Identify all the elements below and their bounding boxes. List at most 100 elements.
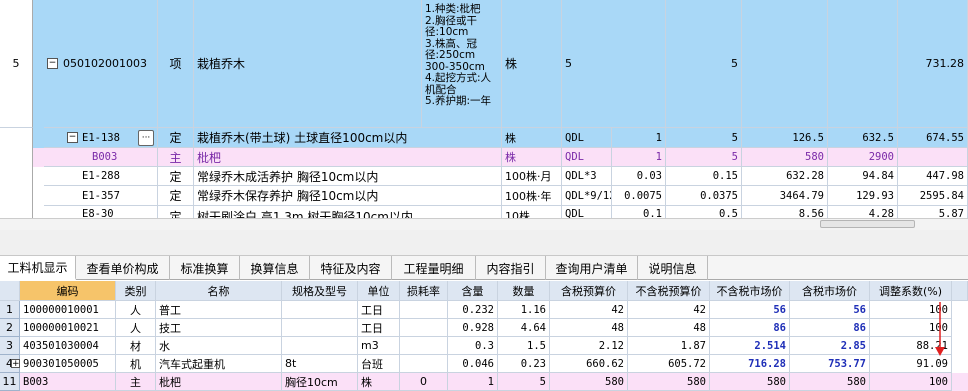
- adjust-arrow-icon: [935, 302, 945, 356]
- content-cell: 0.3: [448, 337, 498, 355]
- collapse-toggle[interactable]: −: [47, 58, 58, 69]
- formula-cell: 5: [562, 0, 666, 128]
- row-header[interactable]: 3: [0, 337, 20, 355]
- price-cell: 580: [742, 148, 828, 167]
- tax-amount-cell: 674.55: [898, 128, 968, 148]
- unit-cell: 工日: [358, 301, 400, 319]
- code-cell: 100000010021: [20, 319, 116, 337]
- tax-market-cell: 86: [790, 319, 870, 337]
- header-spec[interactable]: 规格及型号: [282, 281, 358, 301]
- type-cell: 材: [116, 337, 156, 355]
- more-button[interactable]: ···: [138, 129, 154, 146]
- expand-toggle[interactable]: +: [11, 359, 20, 369]
- content-cell: 0.03: [612, 167, 666, 186]
- unit-cell: m3: [358, 337, 400, 355]
- content-cell: 1: [612, 148, 666, 167]
- tab-resource-display[interactable]: 工料机显示: [0, 256, 76, 280]
- collapse-toggle[interactable]: −: [67, 132, 78, 143]
- header-loss-rate[interactable]: 损耗率: [400, 281, 448, 301]
- unit-cell: 株: [358, 373, 400, 391]
- scrollbar-thumb[interactable]: [820, 220, 915, 228]
- tax-amount-cell: 447.98: [898, 167, 968, 186]
- header-type[interactable]: 类别: [116, 281, 156, 301]
- type-cell: 定: [158, 167, 194, 186]
- formula-cell: QDL: [562, 148, 612, 167]
- name-cell: 常绿乔木成活养护 胸径10cm以内: [194, 167, 502, 186]
- qty-cell: 5: [666, 0, 742, 128]
- price-cell: [742, 0, 828, 128]
- amount-cell: 632.5: [828, 128, 898, 148]
- spec-cell: [282, 319, 358, 337]
- tab-conversion-info[interactable]: 换算信息: [240, 256, 310, 280]
- notax-budget-cell: 605.72: [628, 355, 710, 373]
- top-grid: 5 − 050102001003 项 栽植乔木 1.种类:枇杷 2.胸径或干径:…: [0, 0, 968, 226]
- header-notax-market[interactable]: 不含税市场价: [710, 281, 790, 301]
- tab-description[interactable]: 说明信息: [638, 256, 708, 280]
- notax-budget-cell: 580: [628, 373, 710, 391]
- tax-market-cell: 753.77: [790, 355, 870, 373]
- spec-cell: [282, 301, 358, 319]
- tax-budget-cell: 48: [550, 319, 628, 337]
- row-header[interactable]: 2: [0, 319, 20, 337]
- name-cell: 枇杷: [194, 148, 502, 167]
- row-number-blank: [0, 128, 33, 226]
- notax-market-cell: 86: [710, 319, 790, 337]
- quantity-cell: 1.5: [498, 337, 550, 355]
- name-cell: 枇杷: [156, 373, 282, 391]
- amount-cell: [828, 0, 898, 128]
- tax-budget-cell: 42: [550, 301, 628, 319]
- amount-cell: 94.84: [828, 167, 898, 186]
- header-code[interactable]: 编码: [20, 281, 116, 301]
- tab-unit-price[interactable]: 查看单价构成: [76, 256, 170, 280]
- name-cell: 水: [156, 337, 282, 355]
- price-cell: 126.5: [742, 128, 828, 148]
- content-cell: 1: [448, 373, 498, 391]
- code-cell: E1-288: [44, 167, 158, 186]
- code-cell: B003: [44, 148, 158, 167]
- quantity-cell: 5: [498, 373, 550, 391]
- notax-market-cell: 580: [710, 373, 790, 391]
- tab-quantity-detail[interactable]: 工程量明细: [392, 256, 476, 280]
- code-cell: − E1-138 ···: [44, 128, 158, 148]
- type-cell: 人: [116, 319, 156, 337]
- header-quantity[interactable]: 数量: [498, 281, 550, 301]
- code-cell: 100000010001: [20, 301, 116, 319]
- tax-market-cell: 2.85: [790, 337, 870, 355]
- header-filler: [952, 281, 968, 301]
- tab-content-guide[interactable]: 内容指引: [476, 256, 546, 280]
- type-cell: 人: [116, 301, 156, 319]
- notax-budget-cell: 1.87: [628, 337, 710, 355]
- loss-rate-cell: 0: [400, 373, 448, 391]
- header-name[interactable]: 名称: [156, 281, 282, 301]
- name-cell: 汽车式起重机: [156, 355, 282, 373]
- unit-cell: 工日: [358, 319, 400, 337]
- tab-features[interactable]: 特征及内容: [310, 256, 392, 280]
- type-cell: 项: [158, 0, 194, 128]
- price-cell: 632.28: [742, 167, 828, 186]
- header-notax-budget[interactable]: 不含税预算价: [628, 281, 710, 301]
- header-unit[interactable]: 单位: [358, 281, 400, 301]
- code-cell: E1-357: [44, 186, 158, 206]
- tab-standard-conversion[interactable]: 标准换算: [170, 256, 240, 280]
- row-header[interactable]: 11: [0, 373, 20, 391]
- notax-market-cell: 716.28: [710, 355, 790, 373]
- type-cell: 主: [158, 148, 194, 167]
- name-cell: 常绿乔木保存养护 胸径10cm以内: [194, 186, 502, 206]
- loss-rate-cell: [400, 337, 448, 355]
- notax-market-cell: 2.514: [710, 337, 790, 355]
- tab-user-list[interactable]: 查询用户清单: [546, 256, 638, 280]
- qty-cell: 5: [666, 128, 742, 148]
- header-content[interactable]: 含量: [448, 281, 498, 301]
- qty-cell: 0.15: [666, 167, 742, 186]
- tax-budget-cell: 580: [550, 373, 628, 391]
- tax-budget-cell: 660.62: [550, 355, 628, 373]
- header-tax-budget[interactable]: 含税预算价: [550, 281, 628, 301]
- splitter[interactable]: [0, 230, 968, 256]
- notax-budget-cell: 48: [628, 319, 710, 337]
- adjust-coef-cell: 100: [870, 373, 952, 391]
- notax-budget-cell: 42: [628, 301, 710, 319]
- name-cell: 栽植乔木(带土球) 土球直径100cm以内: [194, 128, 502, 148]
- header-adjust-coef[interactable]: 调整系数(%): [870, 281, 952, 301]
- header-tax-market[interactable]: 含税市场价: [790, 281, 870, 301]
- row-header[interactable]: 1: [0, 301, 20, 319]
